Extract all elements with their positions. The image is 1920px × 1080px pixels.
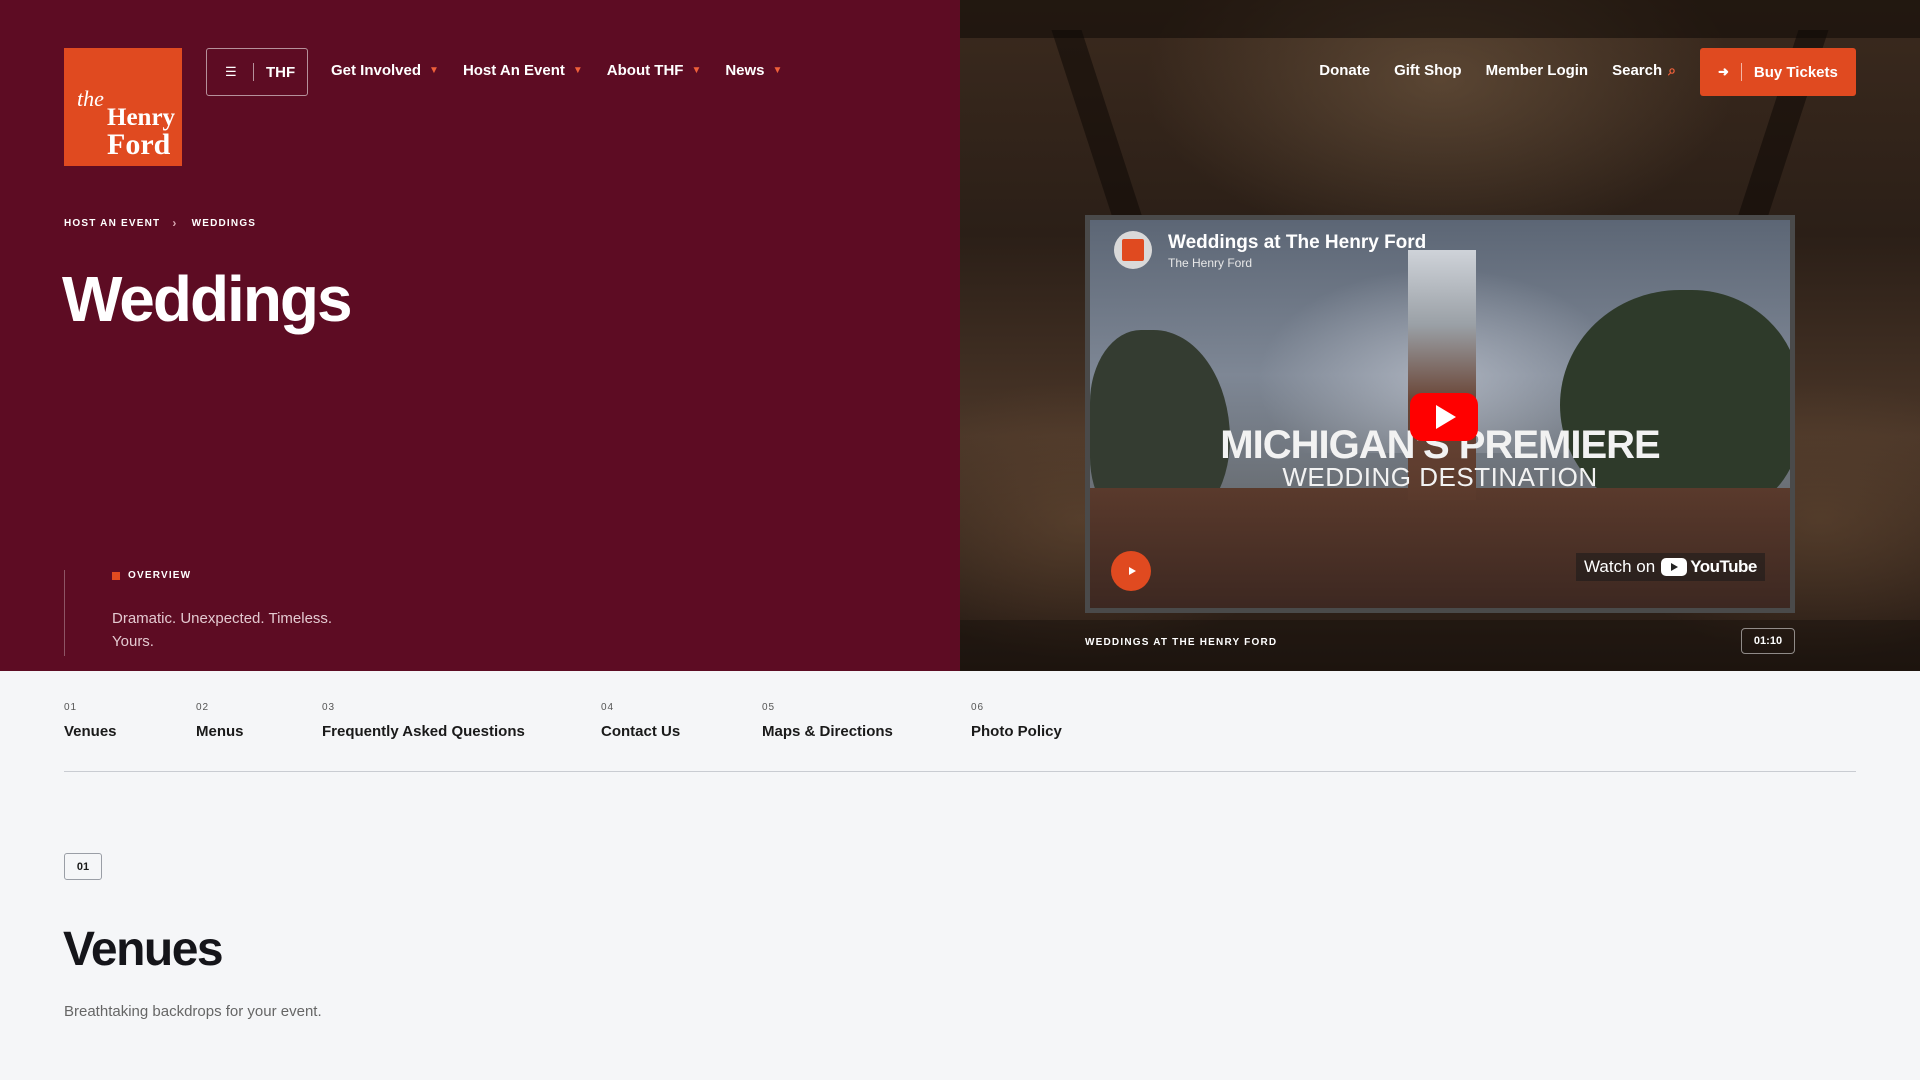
youtube-logo: YouTube [1661, 557, 1757, 577]
section-nav-label: Contact Us [601, 723, 681, 740]
section-nav-contact-us[interactable]: 04 Contact Us [601, 702, 680, 740]
video-building [1090, 488, 1790, 608]
video-title[interactable]: Weddings at The Henry Ford [1168, 232, 1426, 254]
square-bullet-icon [112, 571, 120, 580]
search-label: Search [1612, 62, 1663, 79]
overview-block: OVERVIEW Dramatic. Unexpected. Timeless.… [64, 570, 352, 656]
utility-nav: Donate Gift Shop Member Login Search ⌕ [1295, 62, 1676, 79]
section-nav-number: 06 [971, 702, 985, 713]
nav-label: Host An Event [462, 62, 565, 79]
section-nav-label: Venues [64, 723, 117, 740]
page-title: Weddings [62, 263, 353, 335]
section-nav-venues[interactable]: 01 Venues [64, 702, 117, 740]
youtube-wordmark: YouTube [1690, 557, 1757, 576]
main-nav: Get Involved ▼ Host An Event ▼ About THF… [331, 62, 806, 79]
video-caption: WEDDINGS AT THE HENRY FORD [1085, 637, 1278, 648]
section-nav-label: Maps & Directions [762, 723, 893, 740]
buy-tickets-button[interactable]: ➜ Buy Tickets [1700, 48, 1856, 96]
watch-on-youtube-link[interactable]: Watch on YouTube [1576, 553, 1765, 581]
play-icon[interactable] [1111, 551, 1151, 591]
section-nav: 01 Venues 02 Menus 03 Frequently Asked Q… [64, 702, 1856, 772]
section-nav-faq[interactable]: 03 Frequently Asked Questions [322, 702, 525, 740]
gift-shop-link[interactable]: Gift Shop [1394, 62, 1462, 79]
overview-label: OVERVIEW [112, 570, 352, 581]
search-button[interactable]: Search ⌕ [1612, 62, 1676, 79]
menu-label: THF [266, 63, 296, 81]
video-headline-2: WEDDING DESTINATION [1282, 462, 1598, 492]
section-nav-number: 05 [762, 702, 776, 713]
chevron-down-icon: ▼ [691, 65, 702, 76]
breadcrumb-weddings: WEDDINGS [191, 217, 257, 229]
search-icon: ⌕ [1668, 62, 1676, 78]
section-nav-label: Menus [196, 723, 244, 740]
logo-the: the [77, 86, 104, 111]
overview-description: Dramatic. Unexpected. Timeless. Yours. [112, 610, 333, 650]
nav-get-involved[interactable]: Get Involved ▼ [331, 62, 439, 79]
chevron-down-icon: ▼ [772, 65, 783, 76]
video-duration: 01:10 [1741, 628, 1795, 654]
section-nav-label: Photo Policy [971, 723, 1062, 740]
breadcrumb: HOST AN EVENT › WEDDINGS [64, 216, 256, 230]
video-embed[interactable]: MICHIGAN'S PREMIERE WEDDING DESTINATION … [1085, 215, 1795, 613]
buy-tickets-label: Buy Tickets [1753, 63, 1838, 81]
youtube-play-button[interactable] [1410, 393, 1478, 441]
section-nav-menus[interactable]: 02 Menus [196, 702, 244, 740]
chevron-down-icon: ▼ [429, 65, 439, 76]
nav-label: News [725, 62, 765, 79]
breadcrumb-host-an-event[interactable]: HOST AN EVENT [64, 218, 160, 229]
chevron-down-icon: ▼ [572, 65, 583, 76]
hamburger-icon: ☰ [225, 64, 237, 79]
section-nav-number: 01 [64, 702, 78, 713]
section-nav-photo-policy[interactable]: 06 Photo Policy [971, 702, 1062, 740]
channel-avatar[interactable] [1114, 231, 1152, 269]
menu-divider [253, 63, 254, 81]
tickets-divider [1740, 63, 1742, 81]
video-channel[interactable]: The Henry Ford [1168, 256, 1252, 270]
nav-news[interactable]: News ▼ [725, 62, 782, 79]
hero: the Henry Ford ☰ THF Get Involved ▼ Host… [0, 0, 1920, 671]
venues-subtitle: Breathtaking backdrops for your event. [64, 1003, 322, 1020]
channel-logo-icon [1122, 239, 1144, 261]
ticket-icon: ➜ [1718, 64, 1729, 79]
henry-ford-logo[interactable]: the Henry Ford [64, 48, 182, 166]
youtube-icon [1661, 558, 1688, 576]
logo-ford: Ford [107, 128, 171, 161]
member-login-link[interactable]: Member Login [1486, 62, 1589, 79]
nav-about-thf[interactable]: About THF ▼ [607, 62, 702, 79]
nav-label: Get Involved [331, 62, 422, 79]
overview-label-text: OVERVIEW [128, 570, 192, 581]
donate-link[interactable]: Donate [1319, 62, 1370, 79]
section-number-badge: 01 [64, 853, 102, 880]
venues-heading: Venues [63, 923, 224, 976]
chevron-right-icon: › [172, 216, 178, 230]
nav-label: About THF [606, 62, 684, 79]
section-nav-label: Frequently Asked Questions [322, 723, 525, 740]
section-nav-number: 02 [196, 702, 210, 713]
section-nav-maps-directions[interactable]: 05 Maps & Directions [762, 702, 893, 740]
watch-on-label: Watch on [1584, 557, 1656, 576]
section-nav-number: 04 [601, 702, 615, 713]
section-nav-number: 03 [322, 702, 336, 713]
nav-host-an-event[interactable]: Host An Event ▼ [463, 62, 583, 79]
menu-button[interactable]: ☰ THF [206, 48, 308, 96]
